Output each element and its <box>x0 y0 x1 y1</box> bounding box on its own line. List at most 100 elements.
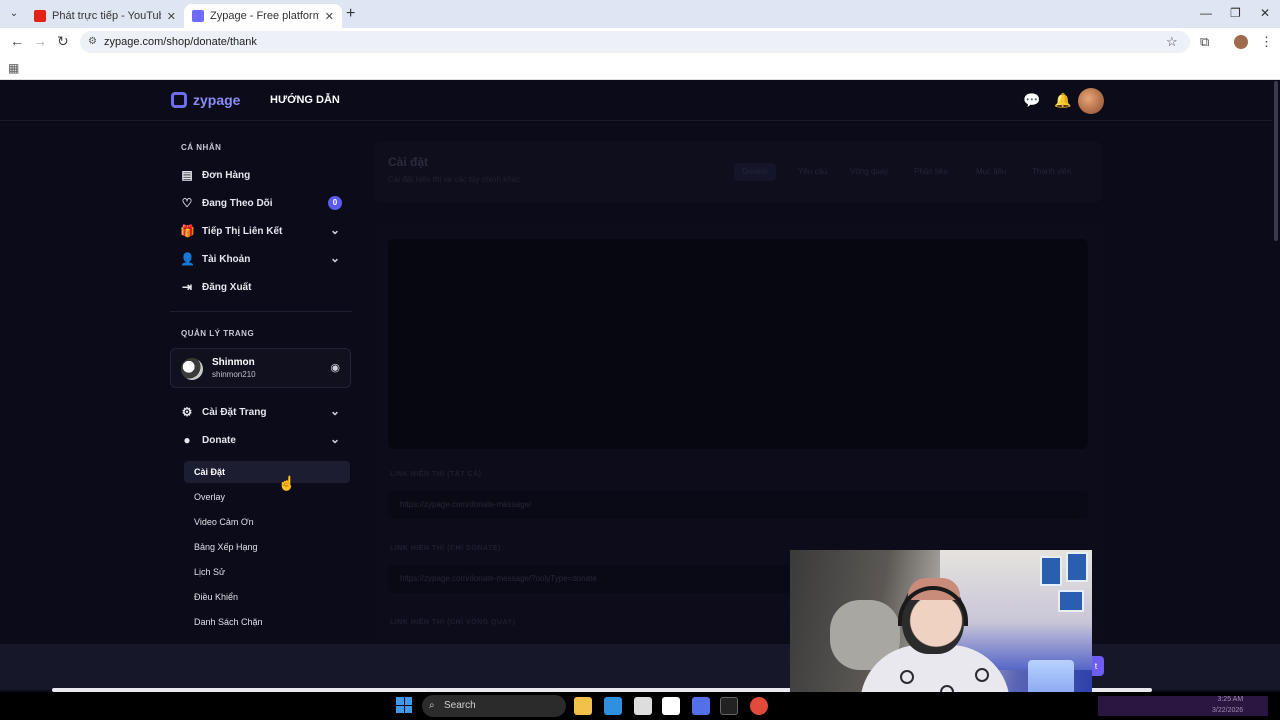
donate-sub-control[interactable]: Điều Khiển <box>184 586 350 608</box>
following-count-badge: 0 <box>328 196 342 210</box>
mouse-cursor-icon: ☝ <box>278 475 296 491</box>
browser-tab-zypage[interactable]: Zypage - Free platform for creators ✕ <box>184 4 342 28</box>
sidebar-item-label: Cài Đặt Trang <box>202 406 267 418</box>
nav-guide-link[interactable]: HƯỚNG DẪN <box>270 94 340 106</box>
taskbar-app-icon[interactable] <box>720 697 738 715</box>
sidebar-item-account[interactable]: 👤 Tài Khoản ⌄ <box>180 249 352 269</box>
close-tab-icon[interactable]: ✕ <box>167 10 176 23</box>
taskbar-search[interactable]: ⌕ Search <box>422 695 566 717</box>
donate-sub-blocklist[interactable]: Danh Sách Chặn <box>184 611 350 633</box>
sidebar-item-label: Đăng Xuất <box>202 281 252 293</box>
tab-requests[interactable]: Yêu cầu <box>790 163 835 181</box>
chrome-icon[interactable] <box>750 697 768 715</box>
logo[interactable]: zypage <box>171 92 240 108</box>
taskbar-app-icon[interactable] <box>634 697 652 715</box>
sidebar-item-following[interactable]: ♡ Đang Theo Dõi 0 <box>180 193 352 213</box>
donate-icon: ● <box>183 433 191 447</box>
sidebar-item-page-settings[interactable]: ⚙ Cài Đặt Trang ⌄ <box>180 402 352 422</box>
wall-frame <box>1058 590 1084 612</box>
address-bar[interactable]: ⚙ zypage.com/shop/donate/thank <box>80 31 1190 53</box>
bell-icon[interactable]: 🔔 <box>1054 92 1071 109</box>
sidebar-divider <box>170 311 352 312</box>
chevron-down-icon: ⌄ <box>329 251 340 265</box>
browser-menu-icon[interactable]: ⋮ <box>1260 34 1273 50</box>
restore-icon[interactable]: ❐ <box>1230 6 1241 20</box>
taskbar-app-icon[interactable] <box>692 697 710 715</box>
search-icon: ⌕ <box>429 700 435 711</box>
tab-members[interactable]: Thành viên <box>1024 163 1080 181</box>
wall-frame <box>1040 556 1062 586</box>
taskbar-time: 3:25 AM <box>1217 696 1244 703</box>
bookmarks-bar: ▦ <box>0 56 1280 80</box>
taskbar-search-label: Search <box>444 700 476 711</box>
site-info-icon[interactable]: ⚙ <box>88 31 97 53</box>
preview-box <box>388 239 1088 449</box>
capcut-icon[interactable] <box>662 697 680 715</box>
taskbar-date: 3/22/2026 <box>1212 707 1244 714</box>
extensions-icon[interactable]: ⧉ <box>1200 34 1209 50</box>
page-card[interactable]: Shinmon shinmon210 ◉ <box>170 348 351 388</box>
page-name: Shinmon <box>212 357 255 368</box>
tab-goals[interactable]: Mục tiêu <box>968 163 1014 181</box>
chevron-down-icon: ⌄ <box>329 223 340 237</box>
tab-search-icon[interactable]: ⌄ <box>6 6 22 22</box>
donate-sub-overlay[interactable]: Overlay <box>184 486 350 508</box>
forward-icon[interactable]: → <box>33 33 47 49</box>
page-avatar <box>181 358 203 380</box>
browser-tab-youtube[interactable]: Phát trực tiếp - YouTube Studio ✕ <box>26 4 184 28</box>
link-label-wheel: LINK HIỂN THỊ (CHỈ VÒNG QUAY) <box>390 619 516 626</box>
tab-wheel[interactable]: Vòng quay <box>842 163 896 181</box>
back-icon[interactable]: ← <box>10 33 24 49</box>
page-username: shinmon210 <box>212 370 256 379</box>
logout-icon: ⇥ <box>181 280 193 294</box>
close-tab-icon[interactable]: ✕ <box>325 10 334 23</box>
apps-grid-icon[interactable]: ▦ <box>8 61 19 75</box>
sidebar: CÁ NHÂN ▤ Đơn Hàng ♡ Đang Theo Dõi 0 🎁 T… <box>170 121 352 644</box>
heart-icon: ♡ <box>181 196 193 210</box>
windows-start-icon[interactable] <box>396 697 412 713</box>
page-title: Cài đặt <box>388 155 429 169</box>
tab-partition[interactable]: Phần tiêu <box>906 163 956 181</box>
reload-icon[interactable]: ↻ <box>57 33 69 50</box>
browser-tab-strip: ⌄ Phát trực tiếp - YouTube Studio ✕ Zypa… <box>0 0 1280 28</box>
sidebar-item-logout[interactable]: ⇥ Đăng Xuất <box>180 277 352 297</box>
donate-sub-leaderboard[interactable]: Bảng Xếp Hạng <box>184 536 350 558</box>
user-avatar[interactable] <box>1078 88 1104 114</box>
section-title-personal: CÁ NHÂN <box>181 143 222 152</box>
donate-sub-history[interactable]: Lịch Sử <box>184 561 350 583</box>
page-subtitle: Cài đặt hiển thị và các tùy chỉnh khác <box>388 175 521 184</box>
link-field-all[interactable]: https://zypage.com/donate-message/ <box>388 491 1088 519</box>
url-text: zypage.com/shop/donate/thank <box>104 36 257 48</box>
minimize-icon[interactable]: — <box>1200 6 1212 20</box>
sidebar-item-donate[interactable]: ● Donate ⌄ <box>180 430 352 450</box>
taskbar-app-icon[interactable] <box>604 697 622 715</box>
youtube-icon <box>34 10 46 22</box>
donate-sub-settings[interactable]: Cài Đặt <box>184 461 350 483</box>
close-window-icon[interactable]: ✕ <box>1260 6 1270 20</box>
site-header: zypage HƯỚNG DẪN 💬 🔔 <box>0 81 1272 121</box>
sidebar-item-affiliate[interactable]: 🎁 Tiếp Thị Liên Kết ⌄ <box>180 221 352 241</box>
tab-donate[interactable]: Donate <box>734 163 776 181</box>
page-scrollbar[interactable] <box>1274 81 1278 241</box>
wall-frame <box>1066 552 1088 582</box>
browser-toolbar: ← → ↻ ⚙ zypage.com/shop/donate/thank ☆ ⧉… <box>0 28 1280 56</box>
sidebar-item-label: Đơn Hàng <box>202 169 251 181</box>
sidebar-item-label: Tài Khoản <box>202 253 251 265</box>
profile-avatar[interactable] <box>1234 35 1248 49</box>
chevron-down-icon: ⌄ <box>329 432 340 446</box>
sidebar-item-label: Tiếp Thị Liên Kết <box>202 225 283 237</box>
eye-icon[interactable]: ◉ <box>330 361 340 374</box>
sweater-pattern <box>975 668 989 682</box>
new-tab-button[interactable]: + <box>346 5 355 23</box>
taskbar-clock[interactable]: 3:25 AM 3/22/2026 <box>1212 694 1243 716</box>
sidebar-item-label: Donate <box>202 434 236 446</box>
sidebar-item-orders[interactable]: ▤ Đơn Hàng <box>180 165 352 185</box>
orders-icon: ▤ <box>181 168 193 182</box>
zypage-icon <box>192 10 204 22</box>
tab-title: Phát trực tiếp - YouTube Studio <box>52 10 161 22</box>
chat-icon[interactable]: 💬 <box>1023 92 1040 109</box>
donate-sub-thank-video[interactable]: Video Cảm Ơn <box>184 511 350 533</box>
settings-header-card: Cài đặt Cài đặt hiển thị và các tùy chỉn… <box>374 141 1102 203</box>
file-explorer-icon[interactable] <box>574 697 592 715</box>
bookmark-star-icon[interactable]: ☆ <box>1166 34 1178 50</box>
